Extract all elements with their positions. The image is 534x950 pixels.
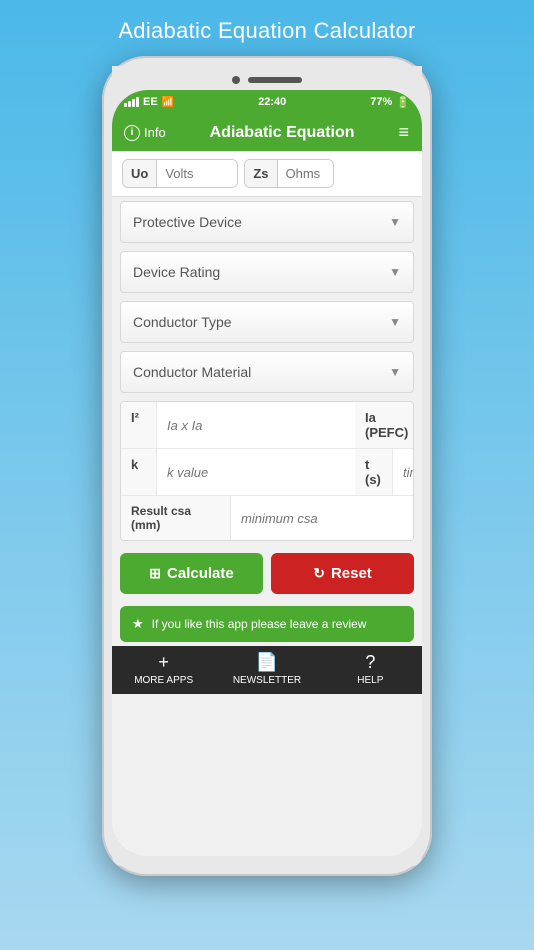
nav-title: Adiabatic Equation — [210, 124, 355, 142]
calculate-label: Calculate — [167, 565, 234, 582]
phone-screen: EE 📶 22:40 77% 🔋 i Info Adiabatic Equati… — [112, 90, 422, 856]
t-label: t (s) — [355, 449, 393, 495]
battery-level: 77% — [370, 96, 392, 108]
time-input[interactable] — [393, 449, 414, 495]
content-area: Uo Zs Protective Device ▼ Device Rating … — [112, 151, 422, 856]
tab-more-apps[interactable]: + MORE APPS — [112, 652, 215, 686]
voltage-input-group: Uo — [122, 159, 238, 188]
tab-newsletter[interactable]: 📄 NEWSLETTER — [215, 652, 318, 686]
calc-row-2: k t (s) — [121, 449, 413, 496]
speaker-bar — [248, 77, 302, 83]
device-rating-label: Device Rating — [133, 264, 220, 280]
reset-button[interactable]: ↻ Reset — [271, 553, 414, 594]
ia-pefc-label: Ia (PEFC) — [355, 402, 414, 448]
k-label: k — [121, 449, 157, 495]
wifi-icon: 📶 — [162, 97, 174, 108]
camera-icon — [232, 76, 240, 84]
conductor-material-dropdown[interactable]: Conductor Material ▼ — [120, 351, 414, 393]
newsletter-label: NEWSLETTER — [233, 675, 301, 686]
page-title: Adiabatic Equation Calculator — [118, 18, 415, 44]
info-label: Info — [144, 125, 166, 140]
voltage-impedance-row: Uo Zs — [112, 151, 422, 197]
calc-row-1: I² Ia (PEFC) — [121, 402, 413, 449]
status-right: 77% 🔋 — [370, 96, 410, 109]
clock: 22:40 — [258, 96, 286, 108]
help-label: HELP — [357, 675, 383, 686]
menu-icon[interactable]: ≡ — [398, 122, 410, 143]
conductor-material-arrow-icon: ▼ — [389, 365, 401, 379]
signal-icon — [124, 97, 139, 107]
minimum-csa-input[interactable] — [231, 496, 414, 540]
impedance-input[interactable] — [278, 160, 333, 187]
more-apps-label: MORE APPS — [134, 675, 193, 686]
k-value-input[interactable] — [157, 449, 355, 495]
reset-icon: ↻ — [313, 565, 325, 582]
protective-device-dropdown[interactable]: Protective Device ▼ — [120, 201, 414, 243]
conductor-material-label: Conductor Material — [133, 364, 251, 380]
review-text: If you like this app please leave a revi… — [152, 617, 367, 631]
phone-top-bar — [112, 66, 422, 90]
info-icon: i — [124, 125, 140, 141]
star-icon: ★ — [132, 616, 144, 632]
conductor-type-dropdown[interactable]: Conductor Type ▼ — [120, 301, 414, 343]
result-csa-label: Result csa (mm) — [121, 496, 231, 540]
calculate-button[interactable]: ⊞ Calculate — [120, 553, 263, 594]
help-icon: ? — [365, 652, 375, 673]
conductor-type-label: Conductor Type — [133, 314, 232, 330]
carrier-label: EE — [143, 96, 158, 108]
protective-device-label: Protective Device — [133, 214, 242, 230]
calculation-grid: I² Ia (PEFC) k t (s) Result csa (mm) — [120, 401, 414, 541]
conductor-type-arrow-icon: ▼ — [389, 315, 401, 329]
info-button[interactable]: i Info — [124, 125, 166, 141]
impedance-label: Zs — [245, 160, 277, 187]
impedance-input-group: Zs — [244, 159, 333, 188]
reset-label: Reset — [331, 565, 372, 582]
action-buttons: ⊞ Calculate ↻ Reset — [112, 545, 422, 602]
newsletter-icon: 📄 — [256, 652, 278, 673]
status-left: EE 📶 — [124, 96, 174, 108]
phone-bottom-bar — [112, 856, 422, 866]
nav-bar: i Info Adiabatic Equation ≡ — [112, 114, 422, 151]
i-squared-label: I² — [121, 402, 157, 448]
review-banner[interactable]: ★ If you like this app please leave a re… — [120, 606, 414, 642]
calc-row-3: Result csa (mm) — [121, 496, 413, 540]
tab-bar: + MORE APPS 📄 NEWSLETTER ? HELP — [112, 646, 422, 694]
status-bar: EE 📶 22:40 77% 🔋 — [112, 90, 422, 114]
ia-x-ia-input[interactable] — [157, 402, 355, 448]
protective-device-arrow-icon: ▼ — [389, 215, 401, 229]
tab-help[interactable]: ? HELP — [319, 652, 422, 686]
calculate-icon: ⊞ — [149, 565, 161, 582]
device-rating-dropdown[interactable]: Device Rating ▼ — [120, 251, 414, 293]
battery-icon: 🔋 — [396, 96, 410, 109]
device-rating-arrow-icon: ▼ — [389, 265, 401, 279]
more-apps-icon: + — [158, 652, 169, 673]
voltage-input[interactable] — [157, 160, 237, 187]
voltage-label: Uo — [123, 160, 157, 187]
phone-shell: EE 📶 22:40 77% 🔋 i Info Adiabatic Equati… — [102, 56, 432, 876]
